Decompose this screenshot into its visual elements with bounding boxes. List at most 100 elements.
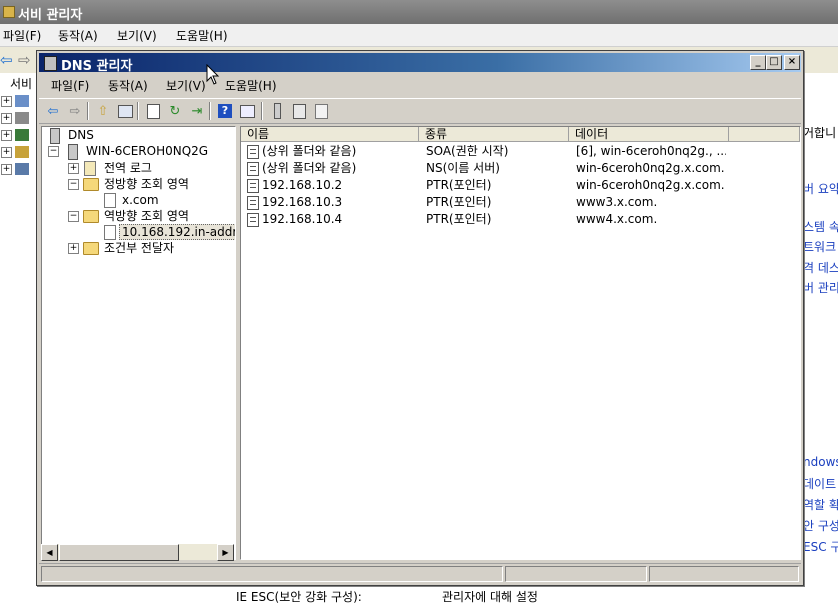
tree-label: 정방향 조회 영역: [104, 177, 189, 191]
storage-icon: [15, 163, 29, 175]
record-icon: [247, 145, 259, 159]
bg-menu-view[interactable]: 보기(V): [117, 27, 157, 44]
diagnostics-icon: [15, 129, 29, 141]
record-type: PTR(포인터): [426, 178, 492, 192]
column-header-data[interactable]: 데이터: [569, 127, 729, 142]
server-icon: [68, 144, 78, 160]
bg-menu-file[interactable]: 파일(F): [3, 27, 41, 44]
toolbar-separator: [137, 102, 139, 120]
server-manager-right-panel: 거합니 버 요약 스템 속 트워크 격 데스 버 관리 ndows 데이트 역할…: [800, 73, 838, 600]
expand-icon[interactable]: +: [68, 163, 79, 174]
record-data: www3.x.com.: [576, 195, 658, 209]
back-icon[interactable]: ⇦: [45, 103, 61, 119]
action-pane-icon[interactable]: [239, 103, 255, 119]
properties-icon[interactable]: [145, 103, 161, 119]
close-button[interactable]: ×: [784, 55, 800, 70]
bg-back-icon[interactable]: ⇦: [0, 51, 13, 69]
tree-item-reverse-zone[interactable]: 10.168.192.in-addr.a: [46, 224, 235, 240]
tree-label: x.com: [122, 193, 159, 207]
record-data: win-6ceroh0nq2g.x.com.: [576, 178, 725, 192]
forward-icon[interactable]: ⇨: [67, 103, 83, 119]
bg-expand-icon[interactable]: +: [1, 164, 12, 175]
bg-expand-icon[interactable]: +: [1, 130, 12, 141]
collapse-icon[interactable]: −: [68, 211, 79, 222]
rp-link[interactable]: 격 데스: [803, 259, 838, 276]
record-name: 192.168.10.3: [262, 195, 343, 209]
folder-icon: [83, 178, 99, 191]
dns-titlebar[interactable]: DNS 관리자 _ □ ×: [39, 53, 801, 74]
scroll-left-icon[interactable]: ◀: [41, 544, 58, 561]
up-folder-icon[interactable]: ⇧: [95, 103, 111, 119]
rp-link[interactable]: ESC 구: [803, 538, 838, 555]
rp-link[interactable]: 버 요약: [803, 180, 838, 197]
dns-root-icon: [50, 128, 60, 144]
record-data: win-6ceroh0nq2g.x.com.: [576, 161, 725, 175]
dns-menubar: 파일(F) 동작(A) 보기(V) 도움말(H): [39, 74, 801, 96]
bg-expand-icon[interactable]: +: [1, 96, 12, 107]
bg-menu-help[interactable]: 도움말(H): [176, 27, 228, 44]
menu-file[interactable]: 파일(F): [51, 77, 89, 94]
status-panel: [41, 566, 503, 582]
rp-link[interactable]: 트워크: [803, 238, 836, 255]
table-row[interactable]: (상위 폴더와 같음) SOA(권한 시작) [6], win-6ceroh0n…: [241, 143, 800, 160]
menu-help[interactable]: 도움말(H): [225, 77, 277, 94]
roles-icon: [15, 95, 29, 107]
rp-link[interactable]: ndows: [803, 455, 838, 469]
export-list-icon[interactable]: ⇥: [189, 103, 205, 119]
tree-label: WIN-6CEROH0NQ2G: [86, 144, 209, 158]
tree-label: 조건부 전달자: [104, 241, 175, 255]
bg-menu-action[interactable]: 동작(A): [58, 27, 98, 44]
expand-icon[interactable]: +: [68, 243, 79, 254]
features-icon: [15, 112, 29, 124]
table-row[interactable]: (상위 폴더와 같음) NS(이름 서버) win-6ceroh0nq2g.x.…: [241, 160, 800, 177]
column-header-empty: [729, 127, 800, 142]
toolbar-separator: [261, 102, 263, 120]
ie-esc-label: IE ESC(보안 강화 구성):: [236, 590, 362, 604]
rp-link[interactable]: 데이트: [803, 475, 836, 492]
scroll-right-icon[interactable]: ▶: [217, 544, 234, 561]
bg-forward-icon[interactable]: ⇨: [18, 51, 31, 69]
bg-expand-icon[interactable]: +: [1, 147, 12, 158]
table-row[interactable]: 192.168.10.3 PTR(포인터) www3.x.com.: [241, 194, 800, 211]
toolbar-separator: [209, 102, 211, 120]
log-folder-icon: [84, 161, 96, 176]
tree-horizontal-scrollbar[interactable]: ◀ ▶: [41, 544, 234, 561]
record-data: [6], win-6ceroh0nq2g., ...: [576, 144, 726, 158]
menu-action[interactable]: 동작(A): [108, 77, 148, 94]
column-header-type[interactable]: 종류: [419, 127, 569, 142]
tree-label: 전역 로그: [104, 161, 152, 175]
menu-view[interactable]: 보기(V): [166, 77, 206, 94]
zone-icon: [104, 225, 116, 240]
rp-link[interactable]: 스템 속: [803, 218, 838, 235]
server-icon[interactable]: [269, 103, 285, 119]
bg-expand-icon[interactable]: +: [1, 113, 12, 124]
refresh-icon[interactable]: ↻: [167, 103, 183, 119]
help-icon[interactable]: ?: [217, 103, 233, 119]
scroll-thumb[interactable]: [59, 544, 179, 561]
show-hide-tree-icon[interactable]: [117, 103, 133, 119]
tree-label-selected: 10.168.192.in-addr.a: [119, 224, 235, 240]
record-list-pane: 이름 종류 데이터 (상위 폴더와 같음) SOA(권한 시작) [6], wi…: [240, 126, 801, 560]
table-row[interactable]: 192.168.10.4 PTR(포인터) www4.x.com.: [241, 211, 800, 228]
maximize-button[interactable]: □: [766, 55, 782, 70]
collapse-icon[interactable]: −: [68, 179, 79, 190]
status-panel: [649, 566, 799, 582]
record-type: PTR(포인터): [426, 212, 492, 226]
zone-icon[interactable]: [291, 103, 307, 119]
rp-link[interactable]: 안 구성: [803, 517, 838, 534]
toolbar-separator: [87, 102, 89, 120]
server-manager-icon: [3, 6, 15, 18]
dns-server-icon: [44, 56, 57, 71]
rp-link[interactable]: 버 관리: [803, 279, 838, 296]
rp-link[interactable]: 역할 확: [803, 496, 838, 513]
record-icon[interactable]: [313, 103, 329, 119]
record-name: (상위 폴더와 같음): [262, 144, 357, 158]
bg-tree-root-label[interactable]: 서비: [10, 75, 32, 92]
minimize-button[interactable]: _: [750, 55, 766, 70]
column-header-name[interactable]: 이름: [241, 127, 419, 142]
record-type: PTR(포인터): [426, 195, 492, 209]
table-row[interactable]: 192.168.10.2 PTR(포인터) win-6ceroh0nq2g.x.…: [241, 177, 800, 194]
record-name: 192.168.10.4: [262, 212, 343, 226]
collapse-icon[interactable]: −: [48, 146, 59, 157]
record-icon: [247, 162, 259, 176]
